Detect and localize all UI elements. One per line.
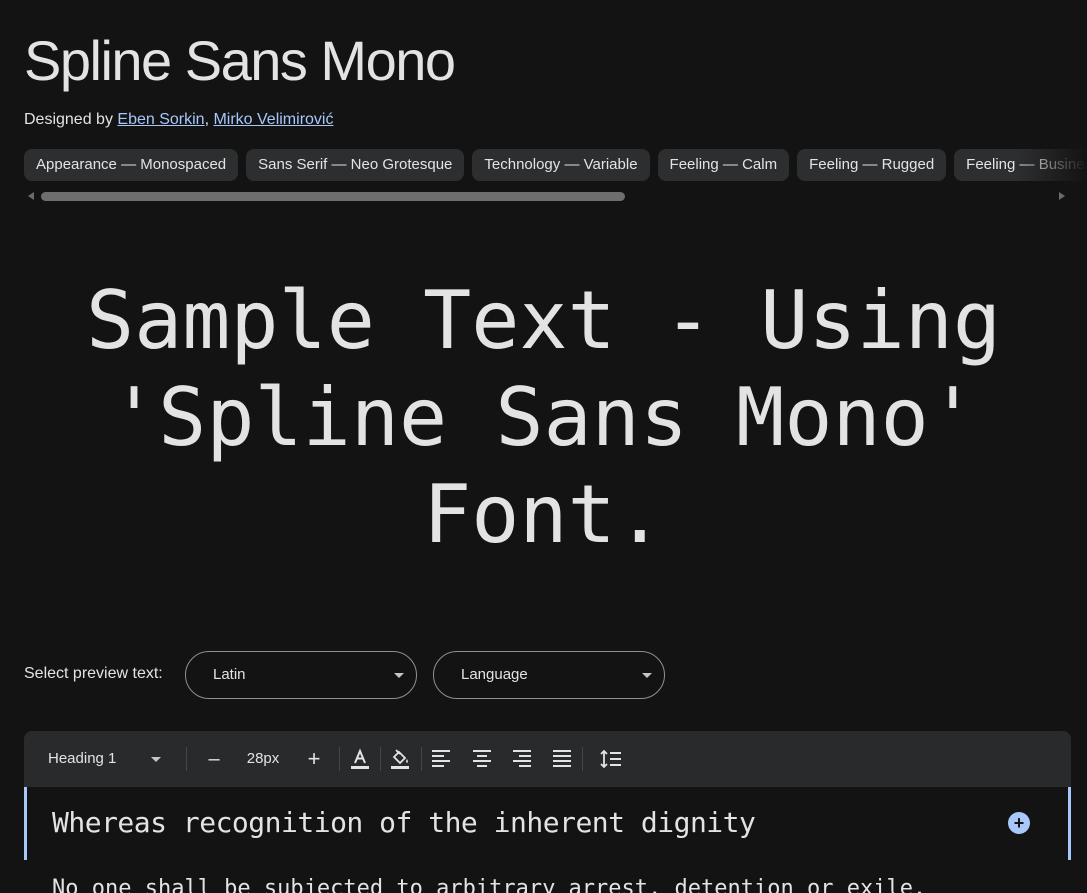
- toolbar-divider: [421, 747, 422, 771]
- script-select[interactable]: Latin: [185, 651, 417, 699]
- align-justify-icon[interactable]: [550, 747, 574, 771]
- chevron-down-icon: [151, 757, 161, 762]
- align-center-icon[interactable]: [470, 747, 494, 771]
- editor-heading-text[interactable]: Whereas recognition of the inherent dign…: [52, 806, 756, 839]
- toolbar-divider: [380, 747, 381, 771]
- preview-text-label: Select preview text:: [24, 665, 163, 682]
- add-block-icon[interactable]: +: [1008, 812, 1030, 834]
- designer-credits: Designed by Eben Sorkin, Mirko Velimirov…: [24, 111, 333, 129]
- tag-chip[interactable]: Sans Serif — Neo Grotesque: [246, 149, 465, 181]
- designer-link-2[interactable]: Mirko Velimirović: [213, 111, 333, 128]
- dropdown-caret-icon: [642, 673, 652, 678]
- font-title: Spline Sans Mono: [24, 29, 456, 92]
- decrease-size-button[interactable]: –: [204, 731, 224, 787]
- font-size-value[interactable]: 28px: [242, 731, 284, 787]
- text-color-icon[interactable]: [348, 747, 372, 771]
- text-style-value: Heading 1: [48, 750, 117, 767]
- align-left-icon[interactable]: [429, 747, 453, 771]
- line-height-icon[interactable]: [599, 747, 623, 771]
- scroll-right-arrow-icon[interactable]: [1059, 192, 1065, 200]
- designed-by-label: Designed by: [24, 111, 118, 128]
- tag-chip[interactable]: Feeling — Calm: [657, 149, 790, 181]
- script-select-value: Latin: [213, 666, 246, 683]
- editor-body-text[interactable]: No one shall be subjected to arbitrary a…: [52, 876, 926, 893]
- tag-fade-overlay: [1017, 149, 1087, 182]
- toolbar-divider: [339, 747, 340, 771]
- sample-text-preview: Sample Text - Using 'Spline Sans Mono' F…: [85, 274, 1002, 561]
- scroll-left-arrow-icon[interactable]: [28, 192, 34, 200]
- language-select-value: Language: [461, 666, 528, 683]
- editor-toolbar: Heading 1 – 28px +: [24, 731, 1071, 787]
- language-select[interactable]: Language: [433, 651, 665, 699]
- highlight-color-icon[interactable]: [388, 747, 412, 771]
- tag-chip[interactable]: Technology — Variable: [472, 149, 650, 181]
- editor-heading-block[interactable]: Whereas recognition of the inherent dign…: [24, 787, 1071, 860]
- horizontal-scrollbar-thumb[interactable]: [41, 192, 625, 201]
- text-style-select[interactable]: Heading 1: [48, 731, 188, 787]
- toolbar-divider: [186, 747, 187, 771]
- tag-list: Appearance — Monospaced Sans Serif — Neo …: [24, 149, 1087, 182]
- increase-size-button[interactable]: +: [304, 731, 324, 787]
- designer-link-1[interactable]: Eben Sorkin: [117, 111, 204, 128]
- align-right-icon[interactable]: [510, 747, 534, 771]
- toolbar-divider: [582, 747, 583, 771]
- tag-chip[interactable]: Feeling — Rugged: [797, 149, 947, 181]
- tag-chip[interactable]: Appearance — Monospaced: [24, 149, 239, 181]
- dropdown-caret-icon: [394, 673, 404, 678]
